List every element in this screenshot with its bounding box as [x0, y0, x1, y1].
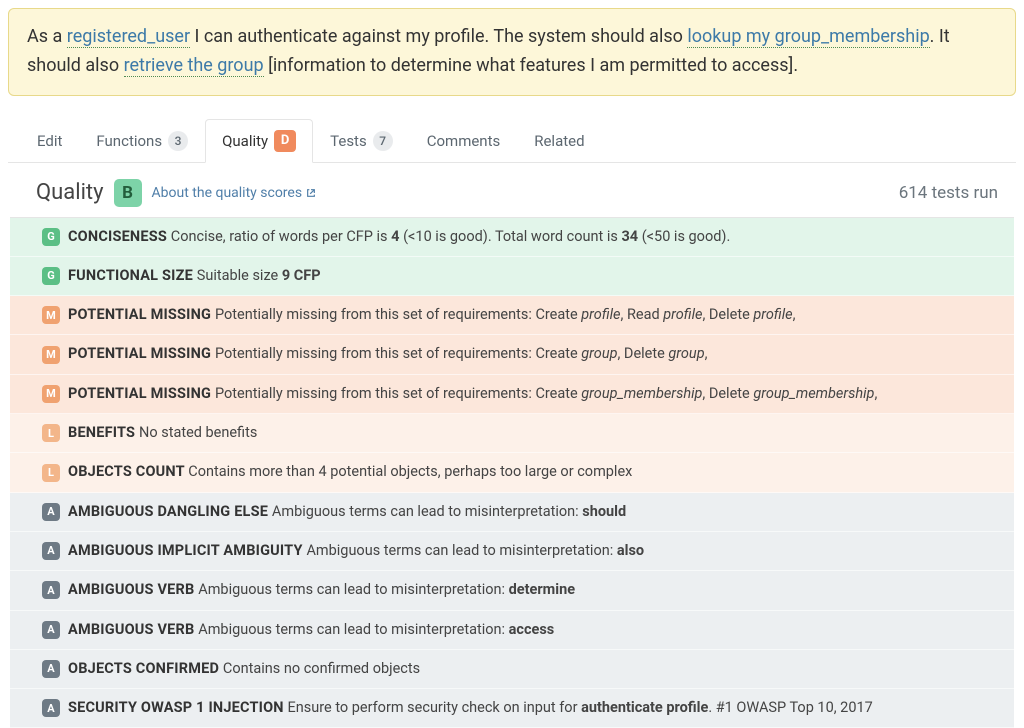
- issue-text: Concise, ratio of words per CFP is 4 (<1…: [171, 228, 731, 245]
- story-link-user[interactable]: registered_user: [67, 26, 190, 48]
- issue-row[interactable]: A AMBIGUOUS DANGLING ELSE Ambiguous terms…: [10, 493, 1014, 532]
- section-title: Quality: [36, 180, 104, 205]
- issue-body: CONCISENESS Concise, ratio of words per …: [68, 227, 730, 247]
- issue-title: AMBIGUOUS DANGLING ELSE: [68, 503, 272, 520]
- quality-grade-badge: D: [274, 130, 296, 152]
- issue-level-badge: A: [42, 660, 60, 678]
- issue-text: Contains more than 4 potential objects, …: [188, 463, 632, 480]
- issue-row[interactable]: A AMBIGUOUS VERB Ambiguous terms can lead…: [10, 571, 1014, 610]
- issue-text: Ensure to perform security check on inpu…: [288, 699, 873, 716]
- issue-title: CONCISENESS: [68, 228, 171, 245]
- issue-title: POTENTIAL MISSING: [68, 385, 215, 402]
- issue-level-badge: A: [42, 621, 60, 639]
- user-story-box: As a registered_user I can authenticate …: [8, 8, 1016, 96]
- issue-row[interactable]: A AMBIGUOUS VERB Ambiguous terms can lead…: [10, 611, 1014, 650]
- issue-body: AMBIGUOUS DANGLING ELSE Ambiguous terms …: [68, 502, 626, 522]
- issue-body: POTENTIAL MISSING Potentially missing fr…: [68, 305, 795, 325]
- issue-row[interactable]: A AMBIGUOUS IMPLICIT AMBIGUITY Ambiguous …: [10, 532, 1014, 571]
- issue-row[interactable]: M POTENTIAL MISSING Potentially missing f…: [10, 335, 1014, 374]
- tab-label: Tests: [330, 132, 367, 150]
- story-link-lookup[interactable]: lookup my group_membership: [687, 26, 929, 48]
- issue-row[interactable]: A SECURITY OWASP 1 INJECTION Ensure to pe…: [10, 689, 1014, 728]
- issue-body: BENEFITS No stated benefits: [68, 423, 257, 443]
- issue-body: AMBIGUOUS VERB Ambiguous terms can lead …: [68, 580, 575, 600]
- issue-level-badge: G: [42, 267, 60, 285]
- issue-row[interactable]: G CONCISENESS Concise, ratio of words per…: [10, 218, 1014, 257]
- tab-quality[interactable]: Quality D: [205, 119, 313, 163]
- story-text: I can authenticate against my profile. T…: [190, 26, 687, 47]
- issue-level-badge: A: [42, 581, 60, 599]
- issue-title: SECURITY OWASP 1 INJECTION: [68, 699, 288, 716]
- story-link-retrieve[interactable]: retrieve the group: [124, 55, 264, 77]
- issue-level-badge: A: [42, 542, 60, 560]
- issue-title: AMBIGUOUS VERB: [68, 581, 198, 598]
- tab-label: Comments: [427, 132, 501, 150]
- issue-body: FUNCTIONAL SIZE Suitable size 9 CFP: [68, 266, 321, 286]
- issue-body: OBJECTS CONFIRMED Contains no confirmed …: [68, 659, 420, 679]
- issue-level-badge: M: [42, 306, 60, 324]
- issue-level-badge: M: [42, 346, 60, 364]
- tab-comments[interactable]: Comments: [410, 119, 518, 163]
- issue-title: FUNCTIONAL SIZE: [68, 267, 197, 284]
- story-text: [information to determine what features …: [264, 55, 798, 76]
- issue-text: Potentially missing from this set of req…: [215, 345, 708, 362]
- issue-text: Ambiguous terms can lead to misinterpret…: [198, 621, 554, 638]
- about-quality-link[interactable]: About the quality scores: [152, 185, 317, 201]
- tab-tests[interactable]: Tests 7: [313, 119, 410, 163]
- issue-row[interactable]: L BENEFITS No stated benefits: [10, 414, 1014, 453]
- issue-row[interactable]: M POTENTIAL MISSING Potentially missing f…: [10, 296, 1014, 335]
- issue-body: SECURITY OWASP 1 INJECTION Ensure to per…: [68, 698, 873, 718]
- issue-title: POTENTIAL MISSING: [68, 345, 215, 362]
- tab-related[interactable]: Related: [517, 119, 601, 163]
- issue-text: Contains no confirmed objects: [223, 660, 420, 677]
- tests-run-count: 614 tests run: [899, 183, 998, 203]
- tab-label: Related: [534, 132, 584, 150]
- issue-row[interactable]: L OBJECTS COUNT Contains more than 4 pote…: [10, 453, 1014, 492]
- issue-text: Ambiguous terms can lead to misinterpret…: [198, 581, 575, 598]
- issue-title: OBJECTS COUNT: [68, 463, 188, 480]
- issue-body: OBJECTS COUNT Contains more than 4 poten…: [68, 462, 632, 482]
- issue-title: POTENTIAL MISSING: [68, 306, 215, 323]
- tab-label: Quality: [222, 132, 268, 150]
- issue-level-badge: A: [42, 503, 60, 521]
- issue-text: Suitable size 9 CFP: [197, 267, 321, 284]
- issue-text: No stated benefits: [139, 424, 257, 441]
- issue-title: AMBIGUOUS IMPLICIT AMBIGUITY: [68, 542, 306, 559]
- tests-count-badge: 7: [373, 131, 393, 151]
- issue-text: Ambiguous terms can lead to misinterpret…: [272, 503, 626, 520]
- quality-section-header: Quality B About the quality scores 614 t…: [8, 163, 1016, 217]
- issue-level-badge: L: [42, 424, 60, 442]
- issue-row[interactable]: G FUNCTIONAL SIZE Suitable size 9 CFP: [10, 257, 1014, 296]
- tab-bar: Edit Functions 3 Quality D Tests 7 Comme…: [8, 118, 1016, 163]
- issue-title: BENEFITS: [68, 424, 139, 441]
- tab-label: Edit: [37, 132, 62, 150]
- issue-body: POTENTIAL MISSING Potentially missing fr…: [68, 384, 877, 404]
- issue-level-badge: M: [42, 385, 60, 403]
- issue-text: Potentially missing from this set of req…: [215, 306, 796, 323]
- issue-body: POTENTIAL MISSING Potentially missing fr…: [68, 344, 707, 364]
- issues-list: G CONCISENESS Concise, ratio of words per…: [10, 217, 1014, 728]
- issue-level-badge: L: [42, 464, 60, 482]
- issue-text: Potentially missing from this set of req…: [215, 385, 877, 402]
- issue-text: Ambiguous terms can lead to misinterpret…: [306, 542, 644, 559]
- issue-row[interactable]: M POTENTIAL MISSING Potentially missing f…: [10, 375, 1014, 414]
- tab-label: Functions: [96, 132, 162, 150]
- story-text: As a: [27, 26, 67, 47]
- issue-body: AMBIGUOUS VERB Ambiguous terms can lead …: [68, 620, 554, 640]
- issue-title: OBJECTS CONFIRMED: [68, 660, 223, 677]
- section-grade-badge: B: [114, 179, 142, 207]
- issue-title: AMBIGUOUS VERB: [68, 621, 198, 638]
- issue-body: AMBIGUOUS IMPLICIT AMBIGUITY Ambiguous t…: [68, 541, 644, 561]
- functions-count-badge: 3: [168, 131, 188, 151]
- issue-level-badge: A: [42, 699, 60, 717]
- about-link-text: About the quality scores: [152, 185, 303, 201]
- tab-functions[interactable]: Functions 3: [79, 119, 205, 163]
- external-link-icon: [306, 188, 316, 198]
- issue-row[interactable]: A OBJECTS CONFIRMED Contains no confirmed…: [10, 650, 1014, 689]
- issue-level-badge: G: [42, 228, 60, 246]
- tab-edit[interactable]: Edit: [20, 119, 79, 163]
